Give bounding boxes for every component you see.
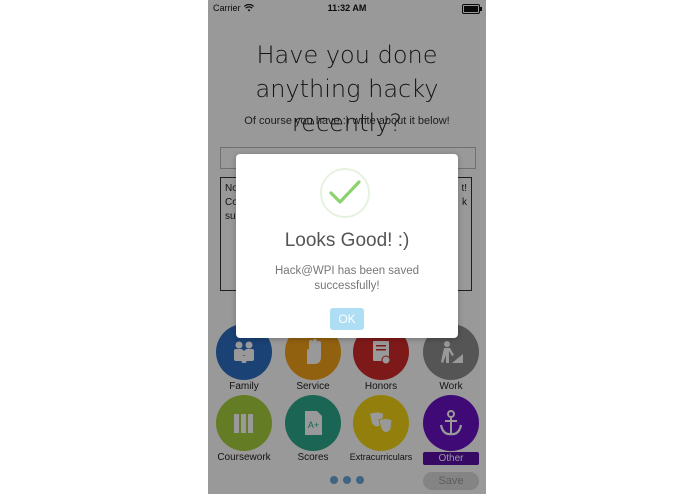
dialog-title: Looks Good! :) (284, 230, 410, 251)
ok-button[interactable]: OK (330, 308, 364, 330)
checkmark-icon (329, 180, 361, 204)
success-dialog: Looks Good! :) Hack@WPI has been saved s… (236, 154, 458, 338)
success-ring (320, 168, 370, 218)
dialog-message: Hack@WPI has been saved successfully! (275, 265, 419, 292)
